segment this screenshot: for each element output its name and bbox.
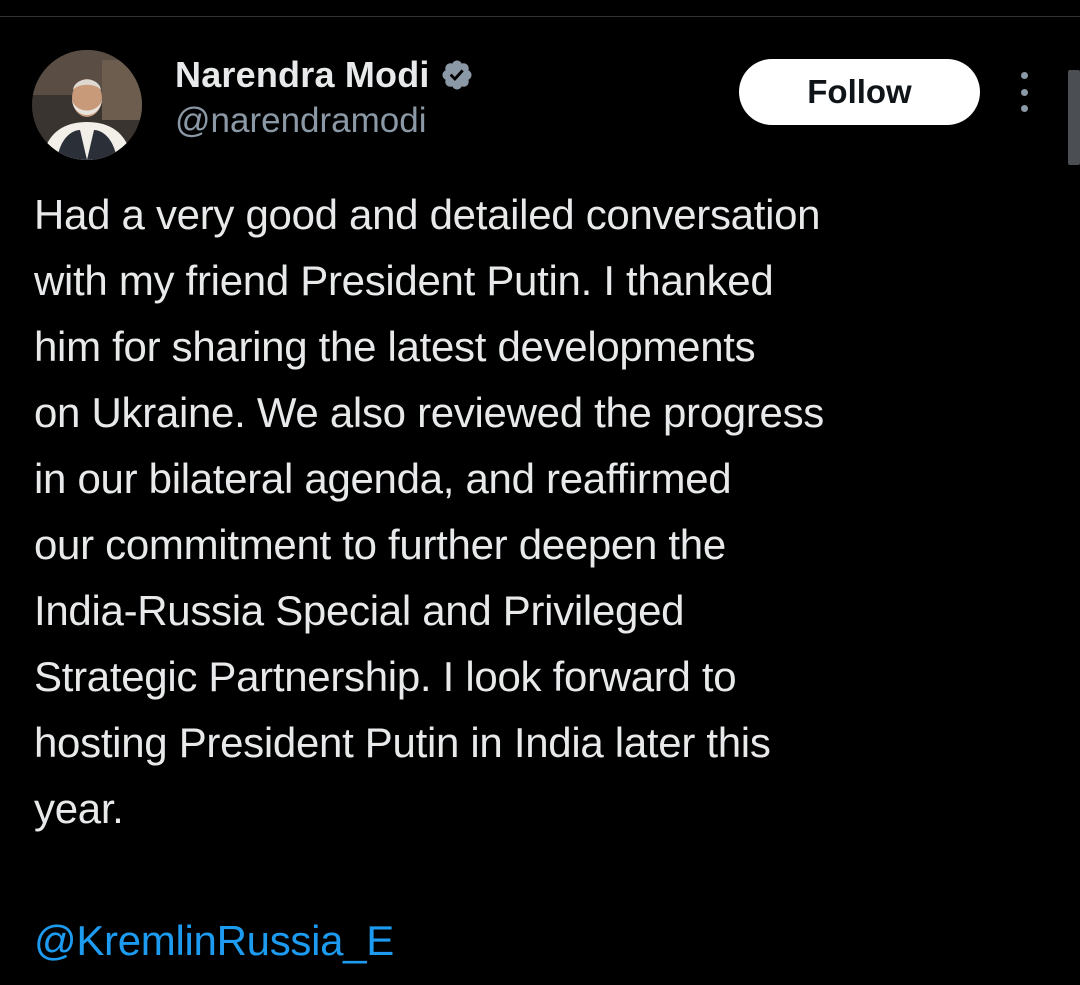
author-name-row: Narendra Modi: [175, 50, 474, 100]
avatar[interactable]: [32, 50, 142, 160]
more-options-icon[interactable]: [1014, 72, 1034, 112]
follow-button[interactable]: Follow: [739, 59, 980, 125]
author-handle[interactable]: @narendramodi: [175, 101, 427, 141]
verified-badge-icon: [442, 60, 472, 90]
avatar-image: [32, 50, 142, 160]
top-divider: [0, 0, 1080, 17]
more-dot: [1020, 88, 1028, 96]
more-dot: [1020, 72, 1028, 79]
mention-link[interactable]: @KremlinRussia_E: [34, 908, 394, 974]
post-text: Had a very good and detailed conversatio…: [34, 191, 824, 832]
author-display-name[interactable]: Narendra Modi: [175, 54, 430, 96]
more-dot: [1020, 105, 1028, 112]
scrollbar-thumb[interactable]: [1068, 70, 1080, 165]
